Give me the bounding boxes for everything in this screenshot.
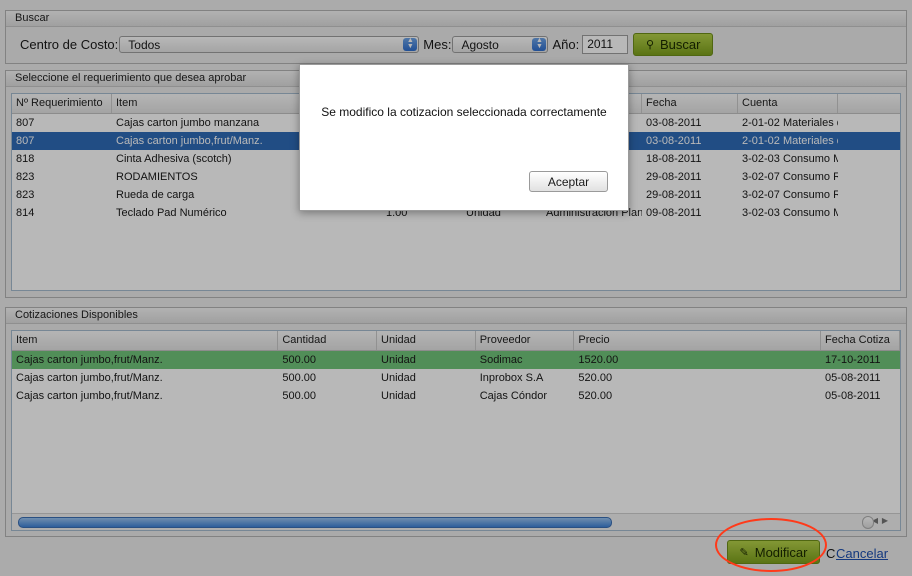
dialog-message: Se modifico la cotizacion seleccionada c… <box>321 105 607 119</box>
accept-button[interactable]: Aceptar <box>529 171 608 192</box>
confirmation-dialog: Se modifico la cotizacion seleccionada c… <box>299 64 629 211</box>
annotation-ring <box>715 518 827 572</box>
